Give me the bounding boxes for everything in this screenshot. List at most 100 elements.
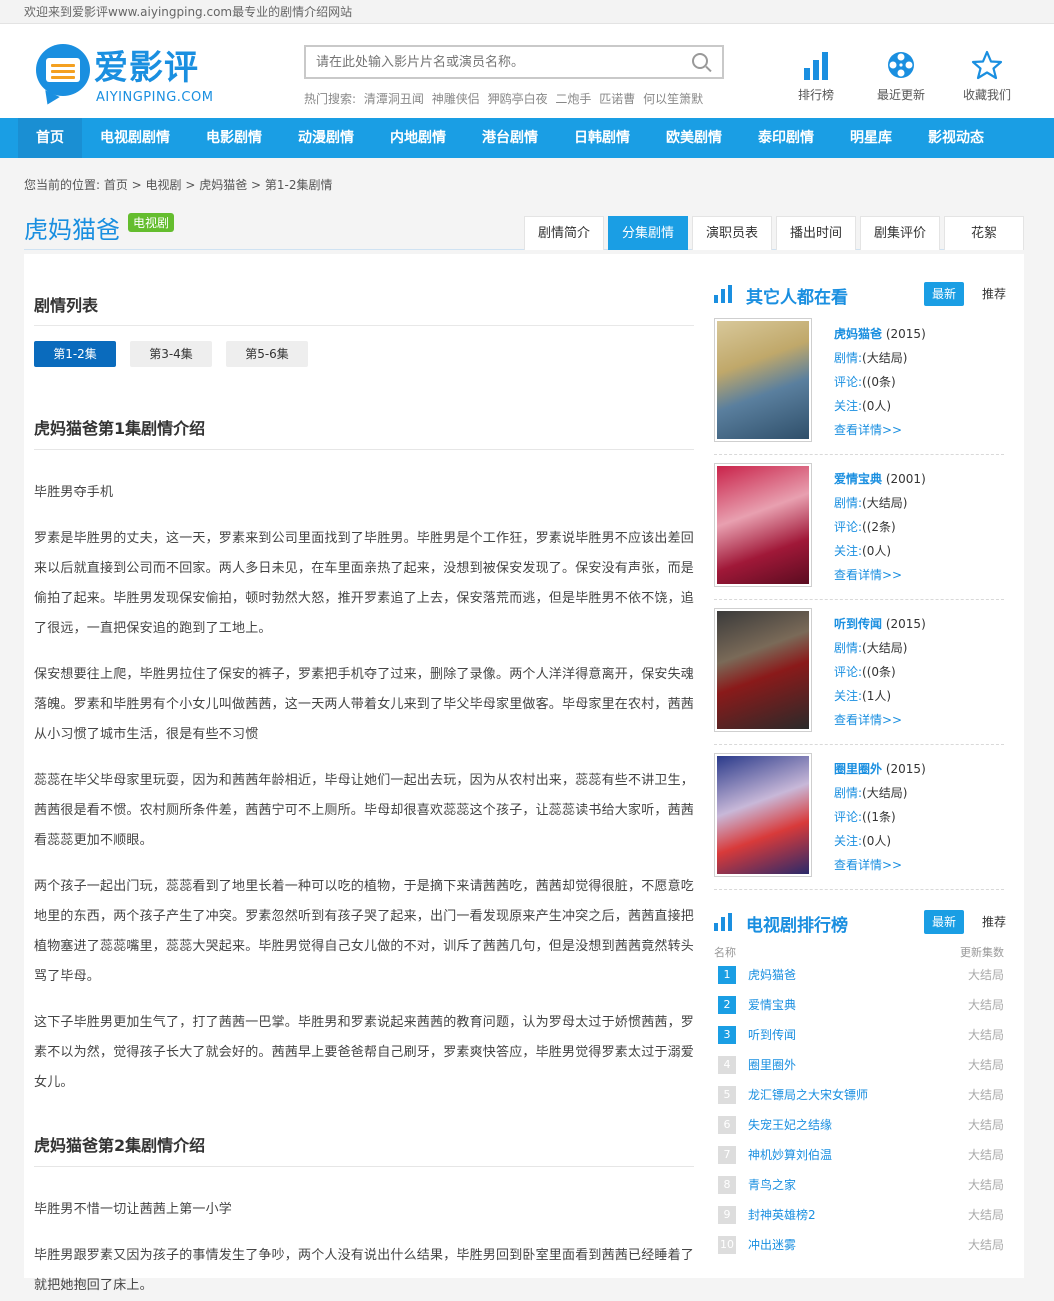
ranking-row: 9 封神英雄榜2 大结局 [714, 1200, 1014, 1230]
ranking-tool[interactable]: 排行榜 [774, 46, 858, 103]
main-nav: 首页 电视剧剧情 电影剧情 动漫剧情 内地剧情 港台剧情 日韩剧情 欧美剧情 泰… [0, 118, 1054, 158]
movie-title-link[interactable]: 爱情宝典 [834, 472, 882, 486]
rank-title-link[interactable]: 冲出迷雾 [748, 1236, 796, 1253]
hot-item[interactable]: 何以笙箫默 [643, 92, 703, 106]
rank-number: 7 [718, 1146, 736, 1164]
nav-item-movie[interactable]: 电影剧情 [188, 118, 280, 158]
movie-title-link[interactable]: 虎妈猫爸 [834, 327, 882, 341]
tab-synopsis[interactable]: 剧情简介 [524, 216, 604, 250]
breadcrumb: 您当前的位置: 首页 > 电视剧 > 虎妈猫爸 > 第1-2集剧情 [24, 178, 333, 192]
episode-content: 剧情列表 第1-2集 第3-4集 第5-6集 虎妈猫爸第1集剧情介绍 毕胜男夺手… [34, 254, 694, 1301]
hot-item[interactable]: 二炮手 [555, 92, 591, 106]
movie-year: (2015) [885, 327, 926, 341]
rank-title-link[interactable]: 龙汇镖局之大宋女镖师 [748, 1086, 868, 1103]
follow-label: 关注: [834, 399, 863, 413]
ranking-column-headers: 名称 更新集数 [714, 944, 1014, 960]
hot-item[interactable]: 匹诺曹 [599, 92, 635, 106]
episode-button[interactable]: 第5-6集 [226, 341, 308, 367]
rank-title-link[interactable]: 青鸟之家 [748, 1176, 796, 1193]
tab-recommended[interactable]: 推荐 [974, 910, 1014, 934]
movie-poster[interactable] [714, 463, 812, 587]
hot-search: 热门搜索: 清潭洞丑闻 神雕侠侣 狎鸥亭白夜 二炮手 匹诺曹 何以笙箫默 [304, 90, 707, 107]
search-input[interactable] [316, 47, 676, 77]
episode-buttons: 第1-2集 第3-4集 第5-6集 [34, 341, 694, 367]
rank-col-stat: 更新集数 [960, 946, 1004, 959]
tab-latest[interactable]: 最新 [924, 282, 964, 306]
rank-title-link[interactable]: 虎妈猫爸 [748, 966, 796, 983]
rank-title-link[interactable]: 圈里圈外 [748, 1056, 796, 1073]
movie-title-link[interactable]: 圈里圈外 [834, 762, 882, 776]
hot-item[interactable]: 神雕侠侣 [432, 92, 480, 106]
movie-card: 虎妈猫爸 (2015) 剧情:(大结局) 评论:((0条) 关注:(0人) 查看… [714, 310, 1004, 455]
site-logo[interactable]: 爱影评 AIYINGPING.COM [36, 42, 236, 112]
episode-button[interactable]: 第3-4集 [130, 341, 212, 367]
comment-count: ((0条) [862, 665, 896, 679]
rank-status: 大结局 [967, 968, 1004, 982]
star-icon [971, 50, 1003, 80]
nav-item-home[interactable]: 首页 [18, 118, 82, 158]
nav-item-thai-india[interactable]: 泰印剧情 [740, 118, 832, 158]
movie-card: 圈里圈外 (2015) 剧情:(大结局) 评论:((1条) 关注:(0人) 查看… [714, 745, 1004, 890]
rank-title-link[interactable]: 爱情宝典 [748, 996, 796, 1013]
others-watching-title: 其它人都在看 [746, 288, 848, 308]
rank-title-link[interactable]: 封神英雄榜2 [748, 1206, 816, 1223]
rank-status: 大结局 [967, 998, 1004, 1012]
movie-card: 听到传闻 (2015) 剧情:(大结局) 评论:((0条) 关注:(1人) 查看… [714, 600, 1004, 745]
plot-label: 剧情: [834, 641, 863, 655]
episode-heading: 虎妈猫爸第2集剧情介绍 [34, 1132, 694, 1167]
view-details-link[interactable]: 查看详情>> [834, 708, 926, 732]
comment-label: 评论: [834, 520, 863, 534]
rank-status: 大结局 [967, 1028, 1004, 1042]
nav-item-tv[interactable]: 电视剧剧情 [82, 118, 188, 158]
tab-recommended[interactable]: 推荐 [974, 282, 1014, 306]
nav-item-anime[interactable]: 动漫剧情 [280, 118, 372, 158]
plot-label: 剧情: [834, 351, 863, 365]
nav-item-stars[interactable]: 明星库 [832, 118, 910, 158]
title-row: 虎妈猫爸 电视剧 剧情简介 分集剧情 演职员表 播出时间 剧集评价 花絮 [24, 200, 1024, 250]
tool-label: 最近更新 [876, 88, 925, 102]
view-details-link[interactable]: 查看详情>> [834, 853, 926, 877]
bookmark-tool[interactable]: 收藏我们 [944, 46, 1030, 103]
rank-status: 大结局 [967, 1088, 1004, 1102]
movie-poster[interactable] [714, 318, 812, 442]
search-icon[interactable] [692, 53, 708, 69]
movie-title-link[interactable]: 听到传闻 [834, 617, 882, 631]
bar-chart-icon [804, 52, 828, 80]
tv-ranking-header: 电视剧排行榜 最新 推荐 [714, 908, 1014, 938]
follow-label: 关注: [834, 689, 863, 703]
episode-button[interactable]: 第1-2集 [34, 341, 116, 367]
recent-update-tool[interactable]: 最近更新 [858, 46, 944, 103]
nav-item-news[interactable]: 影视动态 [910, 118, 1002, 158]
rank-title-link[interactable]: 听到传闻 [748, 1026, 796, 1043]
tab-airtime[interactable]: 播出时间 [776, 216, 856, 250]
nav-item-hktw[interactable]: 港台剧情 [464, 118, 556, 158]
rank-status: 大结局 [967, 1238, 1004, 1252]
view-details-link[interactable]: 查看详情>> [834, 563, 926, 587]
hot-item[interactable]: 狎鸥亭白夜 [488, 92, 548, 106]
rank-title-link[interactable]: 神机妙算刘伯温 [748, 1146, 832, 1163]
main-content: 剧情列表 第1-2集 第3-4集 第5-6集 虎妈猫爸第1集剧情介绍 毕胜男夺手… [24, 254, 1024, 1293]
plot-status: (大结局) [862, 641, 908, 655]
hot-item[interactable]: 清潭洞丑闻 [364, 92, 424, 106]
rank-title-link[interactable]: 失宠王妃之结缘 [748, 1116, 832, 1133]
tab-latest[interactable]: 最新 [924, 910, 964, 934]
top-welcome-bar: 欢迎来到爱影评www.aiyingping.com最专业的剧情介绍网站 [0, 0, 1054, 24]
section-title: 剧情列表 [34, 254, 694, 326]
sidebar: 其它人都在看 最新 推荐 虎妈猫爸 (2015) 剧情:(大结局) 评论:((0… [714, 254, 1014, 1260]
view-details-link[interactable]: 查看详情>> [834, 418, 926, 442]
tool-label: 收藏我们 [962, 88, 1011, 102]
nav-item-jpkr[interactable]: 日韩剧情 [556, 118, 648, 158]
movie-poster[interactable] [714, 753, 812, 877]
movie-year: (2001) [885, 472, 926, 486]
movie-poster[interactable] [714, 608, 812, 732]
nav-item-mainland[interactable]: 内地剧情 [372, 118, 464, 158]
tab-episodes[interactable]: 分集剧情 [608, 216, 688, 250]
plot-status: (大结局) [862, 496, 908, 510]
nav-item-west[interactable]: 欧美剧情 [648, 118, 740, 158]
tab-extras[interactable]: 花絮 [944, 216, 1024, 250]
tab-cast[interactable]: 演职员表 [692, 216, 772, 250]
tab-reviews[interactable]: 剧集评价 [860, 216, 940, 250]
ranking-row: 1 虎妈猫爸 大结局 [714, 960, 1014, 990]
comment-label: 评论: [834, 665, 863, 679]
rank-number: 6 [718, 1116, 736, 1134]
